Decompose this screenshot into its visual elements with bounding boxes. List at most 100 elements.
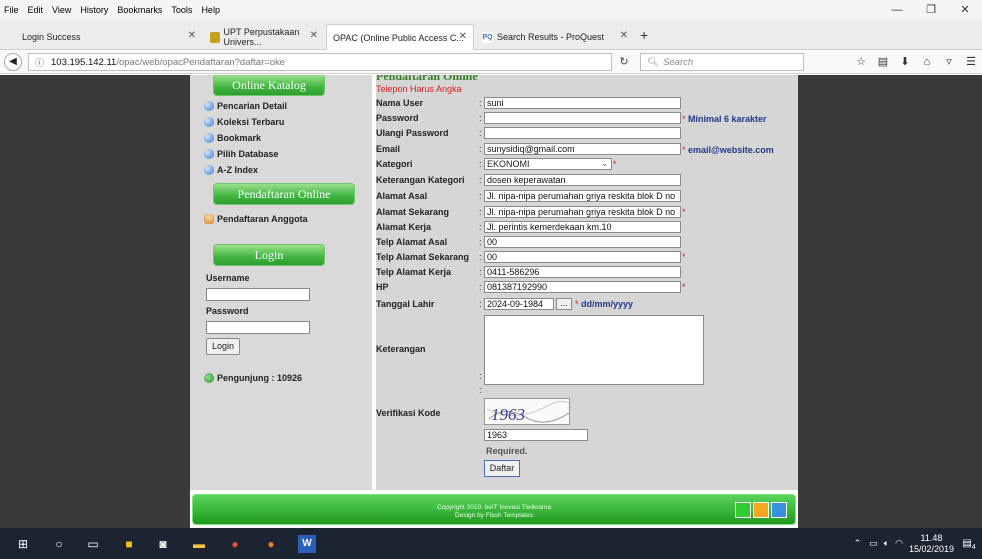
close-icon[interactable]: ✕	[620, 30, 628, 41]
reading-list-icon[interactable]: ▤	[872, 53, 894, 71]
tab-login-success[interactable]: Login Success ✕	[16, 24, 202, 50]
reload-icon[interactable]: ↻	[615, 53, 633, 71]
tab-bar: Login Success ✕ UPT Perpustakaan Univers…	[0, 20, 982, 50]
tanggal-lahir-input[interactable]: 2024-09-1984	[484, 298, 554, 310]
keterangan-kategori-input[interactable]: dosen keperawatan	[484, 174, 681, 186]
colon: :	[479, 252, 482, 262]
kategori-select[interactable]: EKONOMI ⌄	[484, 158, 612, 170]
nama-user-label: Nama User	[376, 98, 424, 108]
username-input[interactable]	[206, 288, 310, 301]
sidebar-item-pendaftaran-anggota[interactable]: Pendaftaran Anggota	[204, 214, 308, 224]
required-mark: *	[682, 252, 686, 262]
alamat-kerja-input[interactable]: Jl. perintis kemerdekaan km.10	[484, 221, 681, 233]
date-picker-button[interactable]: ...	[556, 298, 572, 310]
search-input[interactable]: 🔍︎ Search	[640, 53, 804, 71]
battery-icon[interactable]: ▭	[869, 538, 878, 549]
email-field[interactable]: sunysidiq@gmail.com	[484, 143, 681, 155]
hp-input[interactable]: 081387192990	[484, 281, 681, 293]
sidebar: Online Katalog Pencarian Detail Koleksi …	[190, 75, 372, 490]
word-icon[interactable]: W	[298, 535, 316, 553]
sidebar-item-koleksi-terbaru[interactable]: Koleksi Terbaru	[204, 117, 284, 127]
menu-help[interactable]: Help	[201, 5, 220, 15]
colon: :	[479, 191, 482, 201]
tab-opac[interactable]: OPAC (Online Public Access C... ✕	[326, 24, 474, 50]
new-tab-button[interactable]: +	[640, 27, 648, 43]
sidebar-item-label: A-Z Index	[217, 165, 259, 175]
info-icon[interactable]: ⓘ	[35, 56, 45, 69]
bookmark-star-icon[interactable]: ☆	[850, 53, 872, 71]
close-icon[interactable]: ✕	[459, 31, 467, 42]
menu-history[interactable]: History	[80, 5, 108, 15]
telp-alamat-kerja-input[interactable]: 0411-586296	[484, 266, 681, 278]
nama-user-input[interactable]: suni	[484, 97, 681, 109]
notification-center-icon[interactable]: ▤4	[960, 535, 978, 553]
telp-alamat-kerja-label: Telp Alamat Kerja	[376, 267, 452, 277]
search-icon[interactable]: ○	[50, 535, 68, 553]
tab-upt-perpustakaan[interactable]: UPT Perpustakaan Univers... ✕	[204, 24, 324, 50]
bullet-icon	[204, 133, 214, 143]
colon: :	[479, 98, 482, 108]
sidebar-item-label: Bookmark	[217, 133, 262, 143]
pocket-icon[interactable]: ▿	[938, 53, 960, 71]
wifi-icon[interactable]: ◠	[895, 538, 903, 549]
form-title: Pendaftaran Online	[376, 75, 478, 83]
windows-start-icon[interactable]: ⊞	[14, 535, 32, 553]
sidebar-item-pilih-database[interactable]: Pilih Database	[204, 149, 279, 159]
keterangan-textarea[interactable]	[484, 315, 704, 385]
close-icon[interactable]: ✕	[188, 30, 196, 41]
required-text: Required.	[486, 446, 528, 456]
password-hint: Minimal 6 karakter	[688, 114, 767, 124]
daftar-button[interactable]: Daftar	[484, 460, 520, 477]
chevron-up-icon[interactable]: ⌃	[854, 538, 862, 549]
navigation-bar: ◀ ⓘ 103.195.142.11/opac/web/opacPendafta…	[0, 50, 982, 74]
menu-tools[interactable]: Tools	[171, 5, 192, 15]
minimize-button[interactable]: —	[880, 0, 914, 20]
menu-bookmarks[interactable]: Bookmarks	[117, 5, 162, 15]
kategori-selected-value: EKONOMI	[487, 159, 530, 169]
telp-alamat-sekarang-input[interactable]: 00	[484, 251, 681, 263]
task-view-icon[interactable]: ▭	[84, 535, 102, 553]
bullet-icon	[204, 101, 214, 111]
tab-label: Login Success	[22, 32, 81, 42]
menu-view[interactable]: View	[52, 5, 71, 15]
form-subtitle: Telepon Harus Angka	[376, 84, 462, 94]
maximize-button[interactable]: ❐	[914, 0, 948, 20]
menu-bar: File Edit View History Bookmarks Tools H…	[0, 0, 982, 20]
home-icon[interactable]: ⌂	[916, 53, 938, 71]
ulangi-password-field[interactable]	[484, 127, 681, 139]
colon: :	[479, 159, 482, 169]
required-mark: *	[682, 145, 686, 155]
tab-proquest[interactable]: PQ Search Results - ProQuest ✕	[476, 24, 634, 50]
menu-edit[interactable]: Edit	[28, 5, 44, 15]
close-window-button[interactable]: ✕	[948, 0, 982, 20]
telp-alamat-sekarang-label: Telp Alamat Sekarang	[376, 252, 470, 262]
password-field[interactable]	[484, 112, 681, 124]
chrome-icon[interactable]: ●	[226, 535, 244, 553]
telp-alamat-asal-input[interactable]: 00	[484, 236, 681, 248]
firefox-icon[interactable]: ●	[262, 535, 280, 553]
hamburger-menu-icon[interactable]: ☰	[960, 53, 982, 71]
volume-icon[interactable]: 🔈︎	[884, 538, 889, 549]
store-icon[interactable]: ■	[120, 535, 138, 553]
password-input[interactable]	[206, 321, 310, 334]
colon: :	[479, 237, 482, 247]
close-icon[interactable]: ✕	[310, 30, 318, 41]
sidebar-item-az-index[interactable]: A-Z Index	[204, 165, 258, 175]
registration-form: Pendaftaran Online Telepon Harus Angka N…	[376, 75, 798, 490]
alamat-asal-input[interactable]: Jl. nipa-nipa perumahan griya reskita bl…	[484, 190, 681, 202]
back-arrow-icon[interactable]: ◀	[4, 53, 22, 71]
verifikasi-kode-input[interactable]: 1963	[484, 429, 588, 441]
sidebar-item-bookmark[interactable]: Bookmark	[204, 133, 261, 143]
menu-file[interactable]: File	[4, 5, 19, 15]
password-label: Password	[376, 113, 419, 123]
file-explorer-icon[interactable]: ▬	[190, 535, 208, 553]
taskbar-clock[interactable]: 11.48 15/02/2019	[909, 533, 954, 555]
alamat-sekarang-input[interactable]: Jl. nipa-nipa perumahan griya reskita bl…	[484, 206, 681, 218]
alamat-kerja-label: Alamat Kerja	[376, 222, 432, 232]
download-icon[interactable]: ⬇	[894, 53, 916, 71]
url-field[interactable]: ⓘ 103.195.142.11/opac/web/opacPendaftara…	[28, 53, 612, 71]
sidebar-item-pencarian-detail[interactable]: Pencarian Detail	[204, 101, 287, 111]
camera-icon[interactable]: ◙	[154, 535, 172, 553]
required-mark: *	[682, 207, 686, 217]
login-button[interactable]: Login	[206, 338, 240, 355]
